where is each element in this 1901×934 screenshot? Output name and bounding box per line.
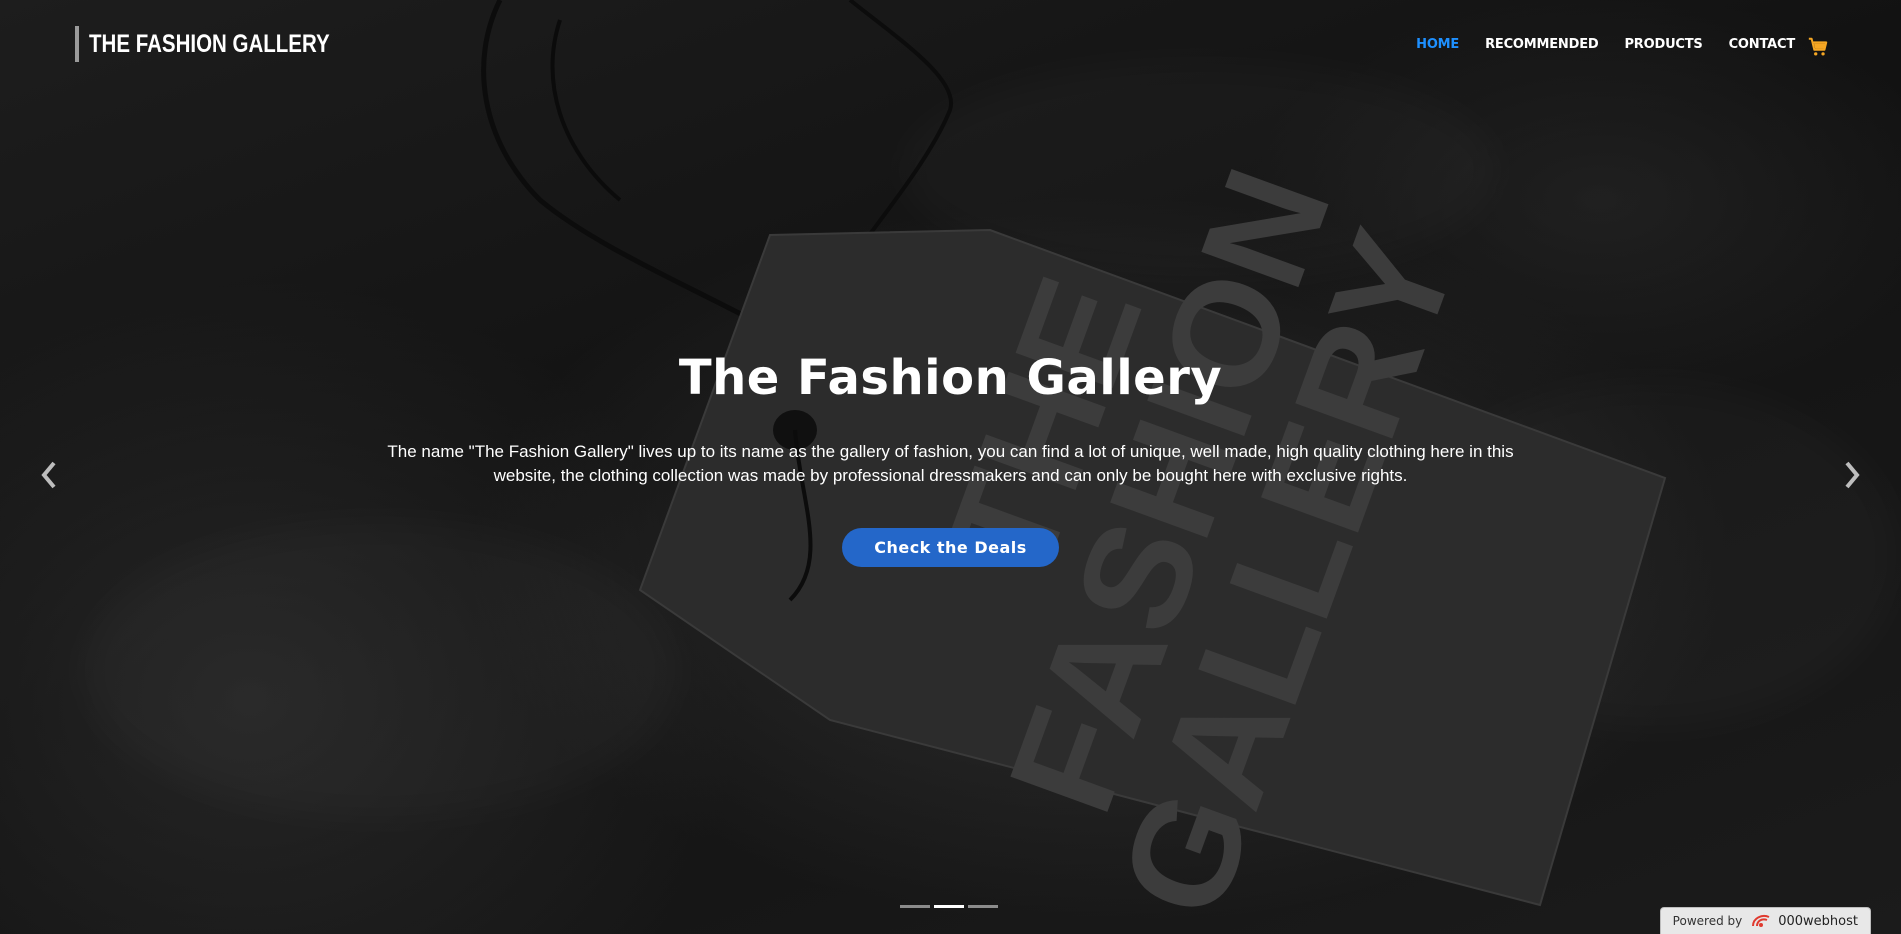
carousel-indicator[interactable] (900, 905, 930, 908)
site-header: THE FASHION GALLERY HOME RECOMMENDED PRO… (0, 0, 1901, 90)
chevron-right-icon (1845, 461, 1860, 489)
nav-recommended[interactable]: RECOMMENDED (1485, 37, 1599, 52)
carousel-indicator[interactable] (968, 905, 998, 908)
carousel-indicator-active[interactable] (934, 905, 964, 908)
logo-text: THE FASHION GALLERY (89, 29, 330, 58)
chevron-left-icon (41, 461, 56, 489)
logo-bar (75, 26, 79, 62)
site-logo[interactable]: THE FASHION GALLERY (75, 26, 383, 62)
hero-description: The name "The Fashion Gallery" lives up … (387, 442, 1514, 485)
nav-home[interactable]: HOME (1416, 37, 1459, 52)
powered-by-brand: 000webhost (1778, 913, 1858, 929)
hero-content: The Fashion Gallery The name "The Fashio… (0, 350, 1901, 567)
main-nav: HOME RECOMMENDED PRODUCTS CONTACT (1390, 30, 1829, 58)
nav-contact[interactable]: CONTACT (1729, 37, 1796, 52)
carousel-next-button[interactable] (1837, 455, 1867, 495)
hero-title: The Fashion Gallery (678, 350, 1223, 406)
check-deals-button[interactable]: Check the Deals (842, 528, 1059, 567)
carousel-indicators (900, 905, 1002, 908)
webhost-logo-icon (1752, 915, 1770, 927)
powered-by-label: Powered by (1672, 914, 1743, 928)
nav-products[interactable]: PRODUCTS (1624, 37, 1702, 52)
shopping-cart-icon[interactable] (1807, 36, 1829, 58)
carousel-prev-button[interactable] (34, 455, 64, 495)
powered-by-badge[interactable]: Powered by 000webhost (1659, 907, 1871, 934)
hero-carousel: THE FASHION GALLERY THE FASHION GALLERY … (0, 0, 1901, 934)
